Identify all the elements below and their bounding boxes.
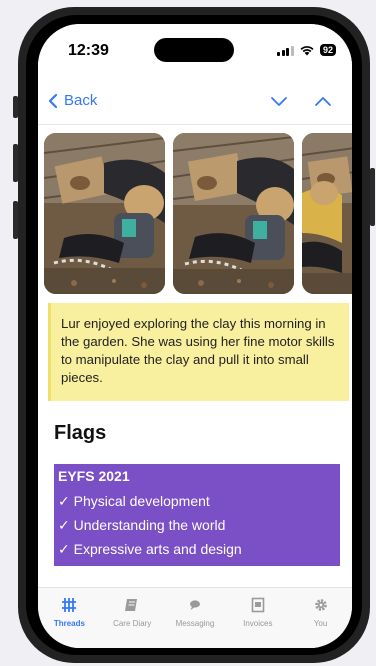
status-icons: 92 [277, 44, 336, 56]
chevron-up-icon[interactable] [314, 93, 332, 111]
battery-icon: 92 [319, 44, 336, 56]
flag-item: ✓ Physical development [58, 493, 210, 509]
wifi-icon [300, 45, 314, 55]
tab-threads[interactable]: Threads [38, 588, 101, 648]
flag-item: ✓ Understanding the world [58, 517, 226, 533]
dynamic-island [154, 38, 234, 62]
volume-up-button [13, 144, 18, 182]
tab-label: Messaging [175, 619, 215, 628]
phone-screen: 12:39 92 Back Lur enjoyed exploring the … [38, 24, 352, 648]
tab-invoices[interactable]: Invoices [226, 588, 289, 648]
clay-photo-image [302, 133, 352, 294]
tab-bar: Threads Care Diary Messaging Invoices Yo… [38, 587, 352, 648]
tab-care-diary[interactable]: Care Diary [101, 588, 164, 648]
status-bar: 12:39 92 [38, 24, 352, 78]
nav-bar: Back [38, 80, 352, 125]
tab-messaging[interactable]: Messaging [164, 588, 227, 648]
book-icon [125, 599, 138, 611]
gear-icon [314, 599, 327, 611]
clay-photo-image [44, 133, 165, 294]
back-label: Back [64, 92, 98, 109]
invoice-icon [251, 597, 265, 613]
tab-label: Invoices [243, 619, 273, 628]
mute-switch [13, 96, 18, 118]
chevron-down-icon[interactable] [270, 93, 288, 111]
tab-label: Care Diary [113, 619, 152, 628]
clay-photo-image [173, 133, 294, 294]
tab-label: You [313, 619, 328, 628]
photo-2[interactable] [173, 133, 294, 294]
photo-3[interactable] [302, 133, 352, 294]
flags-heading: EYFS 2021 [58, 468, 130, 484]
tab-label: Threads [53, 619, 85, 628]
signal-icon [277, 45, 294, 56]
back-button[interactable]: Back [48, 92, 97, 109]
thread-content: Lur enjoyed exploring the clay this morn… [38, 125, 352, 588]
power-button [370, 168, 375, 226]
flags-box: EYFS 2021 ✓ Physical development ✓ Under… [54, 464, 340, 566]
chat-bubble-icon [189, 600, 200, 610]
volume-down-button [13, 201, 18, 239]
observation-note: Lur enjoyed exploring the clay this morn… [48, 303, 349, 401]
threads-icon [62, 598, 77, 612]
flag-item: ✓ Expressive arts and design [58, 541, 242, 557]
chevron-left-icon [48, 93, 58, 108]
photo-carousel[interactable] [44, 133, 352, 294]
photo-1[interactable] [44, 133, 165, 294]
flags-title: Flags [54, 422, 107, 444]
tab-you[interactable]: You [289, 588, 352, 648]
status-time: 12:39 [68, 42, 109, 59]
